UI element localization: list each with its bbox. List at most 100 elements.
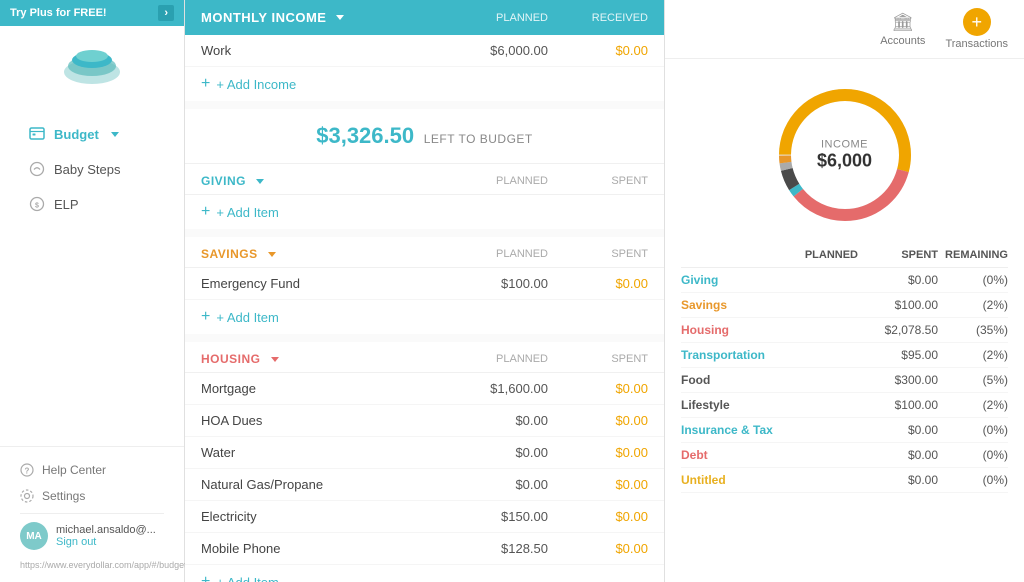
- transactions-label: Transactions: [945, 38, 1008, 50]
- summary-row-7: Debt $0.00 (0%): [681, 443, 1008, 468]
- add-housing-item-row[interactable]: + + Add Item: [185, 565, 664, 582]
- svg-text:$: $: [35, 203, 39, 210]
- summary-cat-name-7: Debt: [681, 448, 778, 462]
- summary-spent-7: $0.00: [858, 448, 938, 462]
- sidebar: Try Plus for FREE! › Budget Baby Steps: [0, 0, 185, 582]
- income-planned-label: PLANNED: [428, 12, 548, 24]
- sidebar-budget-label: Budget: [54, 127, 99, 142]
- sidebar-item-elp[interactable]: $ ELP: [8, 187, 176, 221]
- user-area: MA michael.ansaldo@... Sign out: [20, 513, 164, 558]
- savings-title: SAVINGS: [201, 247, 428, 261]
- income-row-name: Work: [201, 43, 428, 58]
- summary-pct-5: (2%): [938, 398, 1008, 412]
- savings-planned-label: PLANNED: [428, 248, 548, 260]
- summary-rows: Giving $0.00 (0%) Savings $100.00 (2%) H…: [681, 268, 1008, 493]
- summary-cat-name-6: Insurance & Tax: [681, 423, 778, 437]
- housing-row-5: Mobile Phone $128.50 $0.00: [185, 533, 664, 565]
- accounts-label: Accounts: [880, 35, 925, 47]
- housing-section-header: HOUSING PLANNED SPENT: [185, 342, 664, 373]
- housing-planned-label: PLANNED: [428, 353, 548, 365]
- settings-icon: [20, 489, 34, 503]
- summary-pct-3: (2%): [938, 348, 1008, 362]
- help-icon: ?: [20, 463, 34, 477]
- housing-row-spent-2: $0.00: [548, 445, 648, 460]
- savings-row-spent: $0.00: [548, 276, 648, 291]
- housing-row-name-5: Mobile Phone: [201, 541, 428, 556]
- add-transaction-button[interactable]: +: [963, 8, 991, 36]
- housing-row-planned-5: $128.50: [428, 541, 548, 556]
- sidebar-bottom: ? Help Center Settings MA michael.ansald…: [0, 446, 184, 582]
- help-center-link[interactable]: ? Help Center: [20, 457, 164, 483]
- summary-row-4: Food $300.00 (5%): [681, 368, 1008, 393]
- housing-row-2: Water $0.00 $0.00: [185, 437, 664, 469]
- housing-row-name-3: Natural Gas/Propane: [201, 477, 428, 492]
- housing-spent-label: SPENT: [548, 353, 648, 365]
- add-savings-plus: +: [201, 308, 210, 326]
- summary-spent-3: $95.00: [858, 348, 938, 362]
- donut-chart: INCOME $6,000: [765, 75, 925, 235]
- savings-row-name: Emergency Fund: [201, 276, 428, 291]
- summary-spent-2: $2,078.50: [858, 323, 938, 337]
- income-received-label: RECEIVED: [548, 12, 648, 24]
- accounts-link[interactable]: 🏛 Accounts: [880, 12, 925, 47]
- summary-spent-1: $100.00: [858, 298, 938, 312]
- sign-out-link[interactable]: Sign out: [56, 536, 156, 548]
- transactions-link[interactable]: + Transactions: [945, 8, 1008, 50]
- try-plus-banner[interactable]: Try Plus for FREE! ›: [0, 0, 184, 26]
- income-section-header: MONTHLY INCOME PLANNED RECEIVED: [185, 0, 664, 35]
- donut-chart-area: INCOME $6,000: [665, 59, 1024, 243]
- summary-pct-4: (5%): [938, 373, 1008, 387]
- summary-cat-name-0: Giving: [681, 273, 778, 287]
- income-section: MONTHLY INCOME PLANNED RECEIVED Work $6,…: [185, 0, 664, 101]
- add-income-row[interactable]: + + Add Income: [185, 67, 664, 101]
- add-housing-plus: +: [201, 573, 210, 582]
- summary-row-8: Untitled $0.00 (0%): [681, 468, 1008, 493]
- summary-row-5: Lifestyle $100.00 (2%): [681, 393, 1008, 418]
- sidebar-elp-label: ELP: [54, 197, 79, 212]
- housing-caret: [271, 357, 279, 362]
- housing-row-planned-1: $0.00: [428, 413, 548, 428]
- housing-row-planned-0: $1,600.00: [428, 381, 548, 396]
- savings-section-header: SAVINGS PLANNED SPENT: [185, 237, 664, 268]
- budget-icon: [28, 125, 46, 143]
- savings-row-planned: $100.00: [428, 276, 548, 291]
- avatar: MA: [20, 522, 48, 550]
- giving-planned-label: PLANNED: [428, 175, 548, 187]
- right-panel: 🏛 Accounts + Transactions: [664, 0, 1024, 582]
- add-giving-label: + Add Item: [216, 205, 279, 220]
- summary-cat-name-5: Lifestyle: [681, 398, 778, 412]
- try-plus-arrow: ›: [158, 5, 174, 21]
- housing-row-3: Natural Gas/Propane $0.00 $0.00: [185, 469, 664, 501]
- ltb-amount: $3,326.50: [316, 123, 414, 148]
- add-savings-item-row[interactable]: + + Add Item: [185, 300, 664, 334]
- housing-row-name-2: Water: [201, 445, 428, 460]
- savings-spent-label: SPENT: [548, 248, 648, 260]
- housing-row-name-4: Electricity: [201, 509, 428, 524]
- income-row-received: $0.00: [548, 43, 648, 58]
- summary-spent-5: $100.00: [858, 398, 938, 412]
- income-row-work: Work $6,000.00 $0.00: [185, 35, 664, 67]
- housing-section: HOUSING PLANNED SPENT Mortgage $1,600.00…: [185, 342, 664, 582]
- summary-pct-6: (0%): [938, 423, 1008, 437]
- add-giving-item-row[interactable]: + + Add Item: [185, 195, 664, 229]
- giving-title: GIVING: [201, 174, 428, 188]
- summary-spent-0: $0.00: [858, 273, 938, 287]
- settings-link[interactable]: Settings: [20, 483, 164, 509]
- summary-pct-0: (0%): [938, 273, 1008, 287]
- housing-title: HOUSING: [201, 352, 428, 366]
- summary-spent-4: $300.00: [858, 373, 938, 387]
- giving-spent-label: SPENT: [548, 175, 648, 187]
- sidebar-item-budget[interactable]: Budget: [8, 117, 176, 151]
- housing-row-0: Mortgage $1,600.00 $0.00: [185, 373, 664, 405]
- housing-row-spent-3: $0.00: [548, 477, 648, 492]
- summary-spent-8: $0.00: [858, 473, 938, 487]
- add-savings-label: + Add Item: [216, 310, 279, 325]
- summary-pct-7: (0%): [938, 448, 1008, 462]
- summary-pct-2: (35%): [938, 323, 1008, 337]
- sidebar-item-baby-steps[interactable]: Baby Steps: [8, 152, 176, 186]
- summary-spent-6: $0.00: [858, 423, 938, 437]
- add-income-plus: +: [201, 75, 210, 93]
- budget-content: MONTHLY INCOME PLANNED RECEIVED Work $6,…: [185, 0, 664, 582]
- housing-row-spent-4: $0.00: [548, 509, 648, 524]
- add-giving-plus: +: [201, 203, 210, 221]
